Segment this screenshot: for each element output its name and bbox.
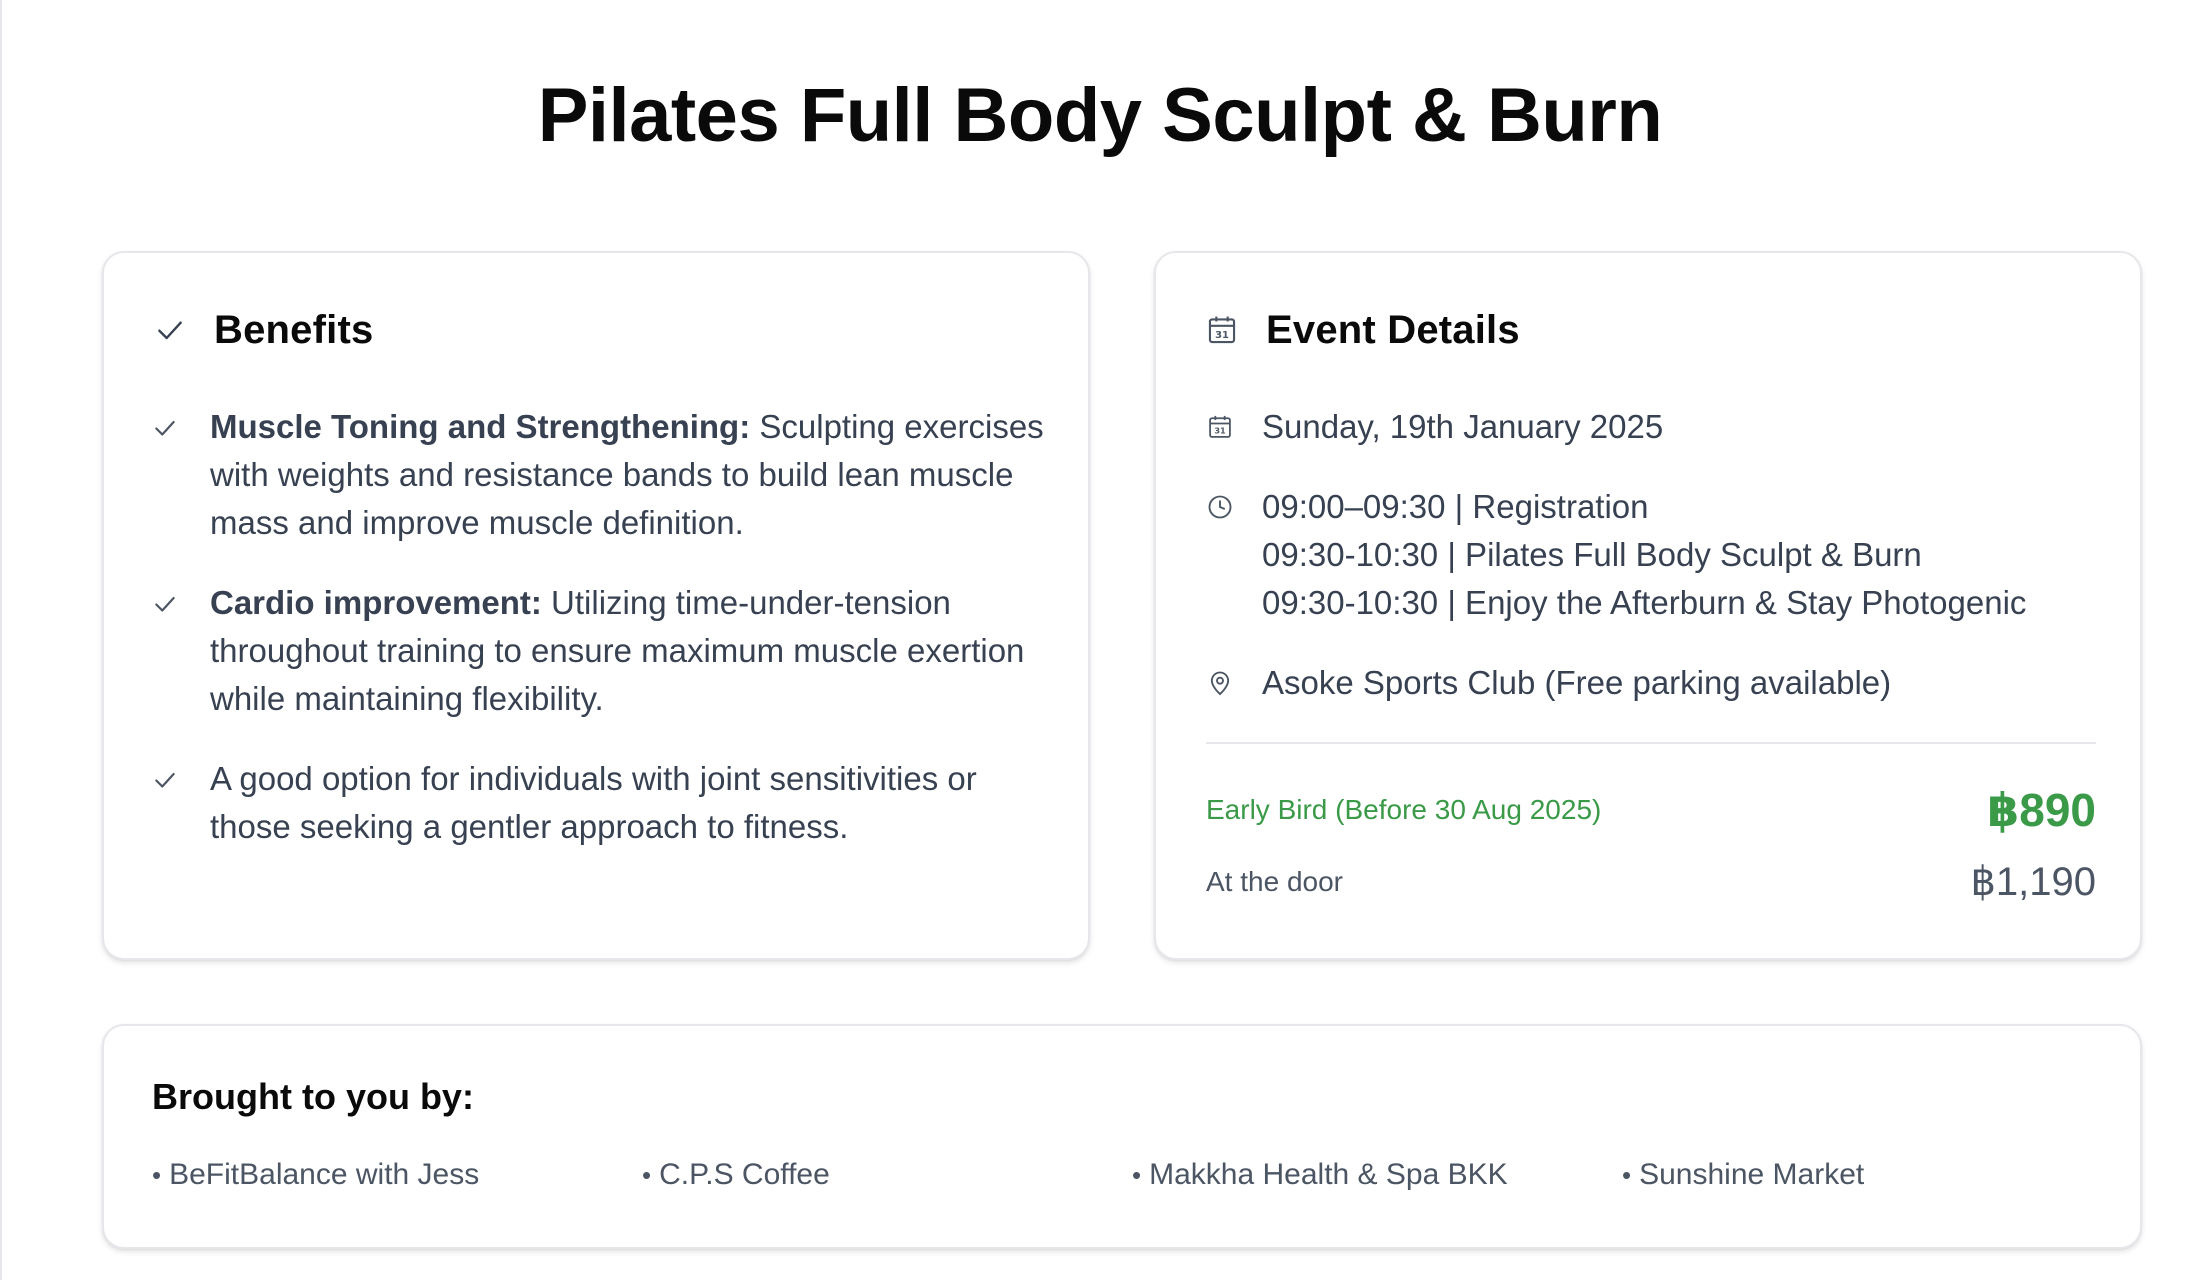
check-icon	[152, 767, 182, 798]
benefits-title: Benefits	[214, 307, 374, 352]
clock-icon	[1206, 493, 1236, 526]
check-icon	[152, 312, 188, 348]
benefit-label: Cardio improvement:	[210, 584, 542, 621]
bullet-icon: •	[642, 1159, 652, 1190]
event-location-row: Asoke Sports Club (Free parking availabl…	[1206, 659, 2106, 707]
benefit-text: Muscle Toning and Strengthening: Sculpti…	[210, 403, 1052, 547]
benefit-text: Cardio improvement: Utilizing time-under…	[210, 579, 1052, 723]
schedule-item: 09:30-10:30 | Enjoy the Afterburn & Stay…	[1262, 584, 2027, 621]
list-item: • C.P.S Coffee	[642, 1158, 1132, 1192]
event-date-row: 31 Sunday, 19th January 2025	[1206, 403, 2106, 451]
list-item: Muscle Toning and Strengthening: Sculpti…	[152, 403, 1052, 547]
sponsors-title: Brought to you by:	[152, 1076, 474, 1117]
benefit-text: A good option for individuals with joint…	[210, 755, 1052, 851]
early-bird-price-row: Early Bird (Before 30 Aug 2025) ฿890	[1206, 783, 2096, 837]
event-details-card: 31 Event Details 31 Sunday, 19th January…	[1154, 251, 2142, 960]
bullet-icon: •	[1132, 1159, 1142, 1190]
check-icon	[152, 591, 182, 622]
map-pin-icon	[1206, 669, 1236, 702]
sponsor-name: Sunshine Market	[1639, 1158, 1865, 1191]
sponsors-card: Brought to you by: • BeFitBalance with Je…	[102, 1024, 2142, 1249]
door-price-label: At the door	[1206, 866, 1343, 897]
event-schedule: 09:00–09:30 | Registration 09:30-10:30 |…	[1262, 483, 2026, 627]
schedule-item: 09:30-10:30 | Pilates Full Body Sculpt &…	[1262, 536, 1922, 573]
calendar-icon: 31	[1204, 312, 1240, 348]
sponsor-list: • BeFitBalance with Jess • C.P.S Coffee • M…	[152, 1158, 2112, 1192]
event-schedule-row: 09:00–09:30 | Registration 09:30-10:30 |…	[1206, 483, 2106, 627]
sponsor-name: C.P.S Coffee	[659, 1158, 830, 1191]
sponsor-name: BeFitBalance with Jess	[169, 1158, 480, 1191]
benefits-header: Benefits	[152, 305, 373, 355]
bullet-icon: •	[1622, 1159, 1632, 1190]
page: Pilates Full Body Sculpt & Burn Benefits…	[0, 0, 2198, 1280]
list-item: • BeFitBalance with Jess	[152, 1158, 642, 1192]
event-detail-list: 31 Sunday, 19th January 2025 09:00–09:30…	[1206, 403, 2106, 739]
event-date: Sunday, 19th January 2025	[1262, 408, 1664, 445]
schedule-item: 09:00–09:30 | Registration	[1262, 488, 1649, 525]
svg-text:31: 31	[1214, 425, 1226, 435]
bullet-icon: •	[152, 1159, 162, 1190]
event-details-title: Event Details	[1266, 307, 1520, 352]
page-title: Pilates Full Body Sculpt & Burn	[537, 73, 1663, 158]
early-bird-price: ฿890	[1987, 784, 2096, 836]
check-icon	[152, 415, 182, 446]
door-price-row: At the door ฿1,190	[1206, 859, 2096, 905]
sponsor-name: Makkha Health & Spa BKK	[1149, 1158, 1508, 1191]
svg-text:31: 31	[1215, 330, 1229, 341]
list-item: • Makkha Health & Spa BKK	[1132, 1158, 1622, 1192]
early-bird-label: Early Bird (Before 30 Aug 2025)	[1206, 794, 1602, 825]
list-item: Cardio improvement: Utilizing time-under…	[152, 579, 1052, 723]
event-location: Asoke Sports Club (Free parking availabl…	[1262, 664, 1892, 701]
door-price: ฿1,190	[1970, 860, 2096, 904]
benefit-description: A good option for individuals with joint…	[210, 760, 977, 845]
list-item: A good option for individuals with joint…	[152, 755, 1052, 851]
list-item: • Sunshine Market	[1622, 1158, 2112, 1192]
benefit-label: Muscle Toning and Strengthening:	[210, 408, 751, 445]
event-details-header: 31 Event Details	[1204, 305, 1520, 355]
benefits-card: Benefits Muscle Toning and Strengthening…	[102, 251, 1090, 960]
benefit-list: Muscle Toning and Strengthening: Sculpti…	[152, 403, 1052, 883]
divider	[1206, 742, 2096, 744]
calendar-icon: 31	[1206, 413, 1236, 446]
